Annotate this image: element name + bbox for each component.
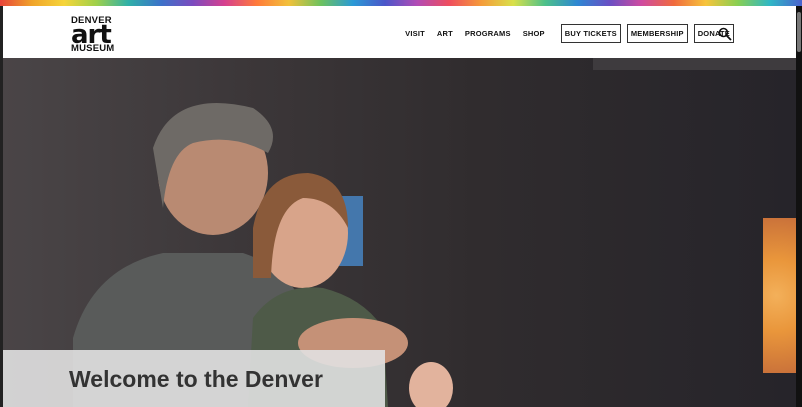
artwork-panel	[763, 218, 796, 373]
search-icon[interactable]	[718, 27, 732, 41]
scrollbar-thumb[interactable]	[797, 12, 801, 52]
hero-title: Welcome to the Denver	[69, 366, 323, 392]
logo[interactable]: DENVER art MUSEUM	[71, 16, 123, 54]
site-header: DENVER art MUSEUM VISIT ART PROGRAMS SHO…	[3, 6, 796, 58]
nav-shop[interactable]: SHOP	[523, 29, 545, 38]
hero-caption: Welcome to the Denver	[3, 350, 385, 407]
scrollbar[interactable]	[796, 6, 802, 407]
main-nav: VISIT ART PROGRAMS SHOP BUY TICKETS MEMB…	[393, 23, 734, 43]
browser-window: DENVER art MUSEUM VISIT ART PROGRAMS SHO…	[0, 0, 802, 407]
nav-visit[interactable]: VISIT	[405, 29, 425, 38]
buy-tickets-button[interactable]: BUY TICKETS	[560, 23, 621, 43]
logo-line-3: MUSEUM	[71, 43, 115, 54]
membership-button[interactable]: MEMBERSHIP	[626, 23, 688, 43]
nav-programs[interactable]: PROGRAMS	[465, 29, 511, 38]
nav-art[interactable]: ART	[437, 29, 453, 38]
